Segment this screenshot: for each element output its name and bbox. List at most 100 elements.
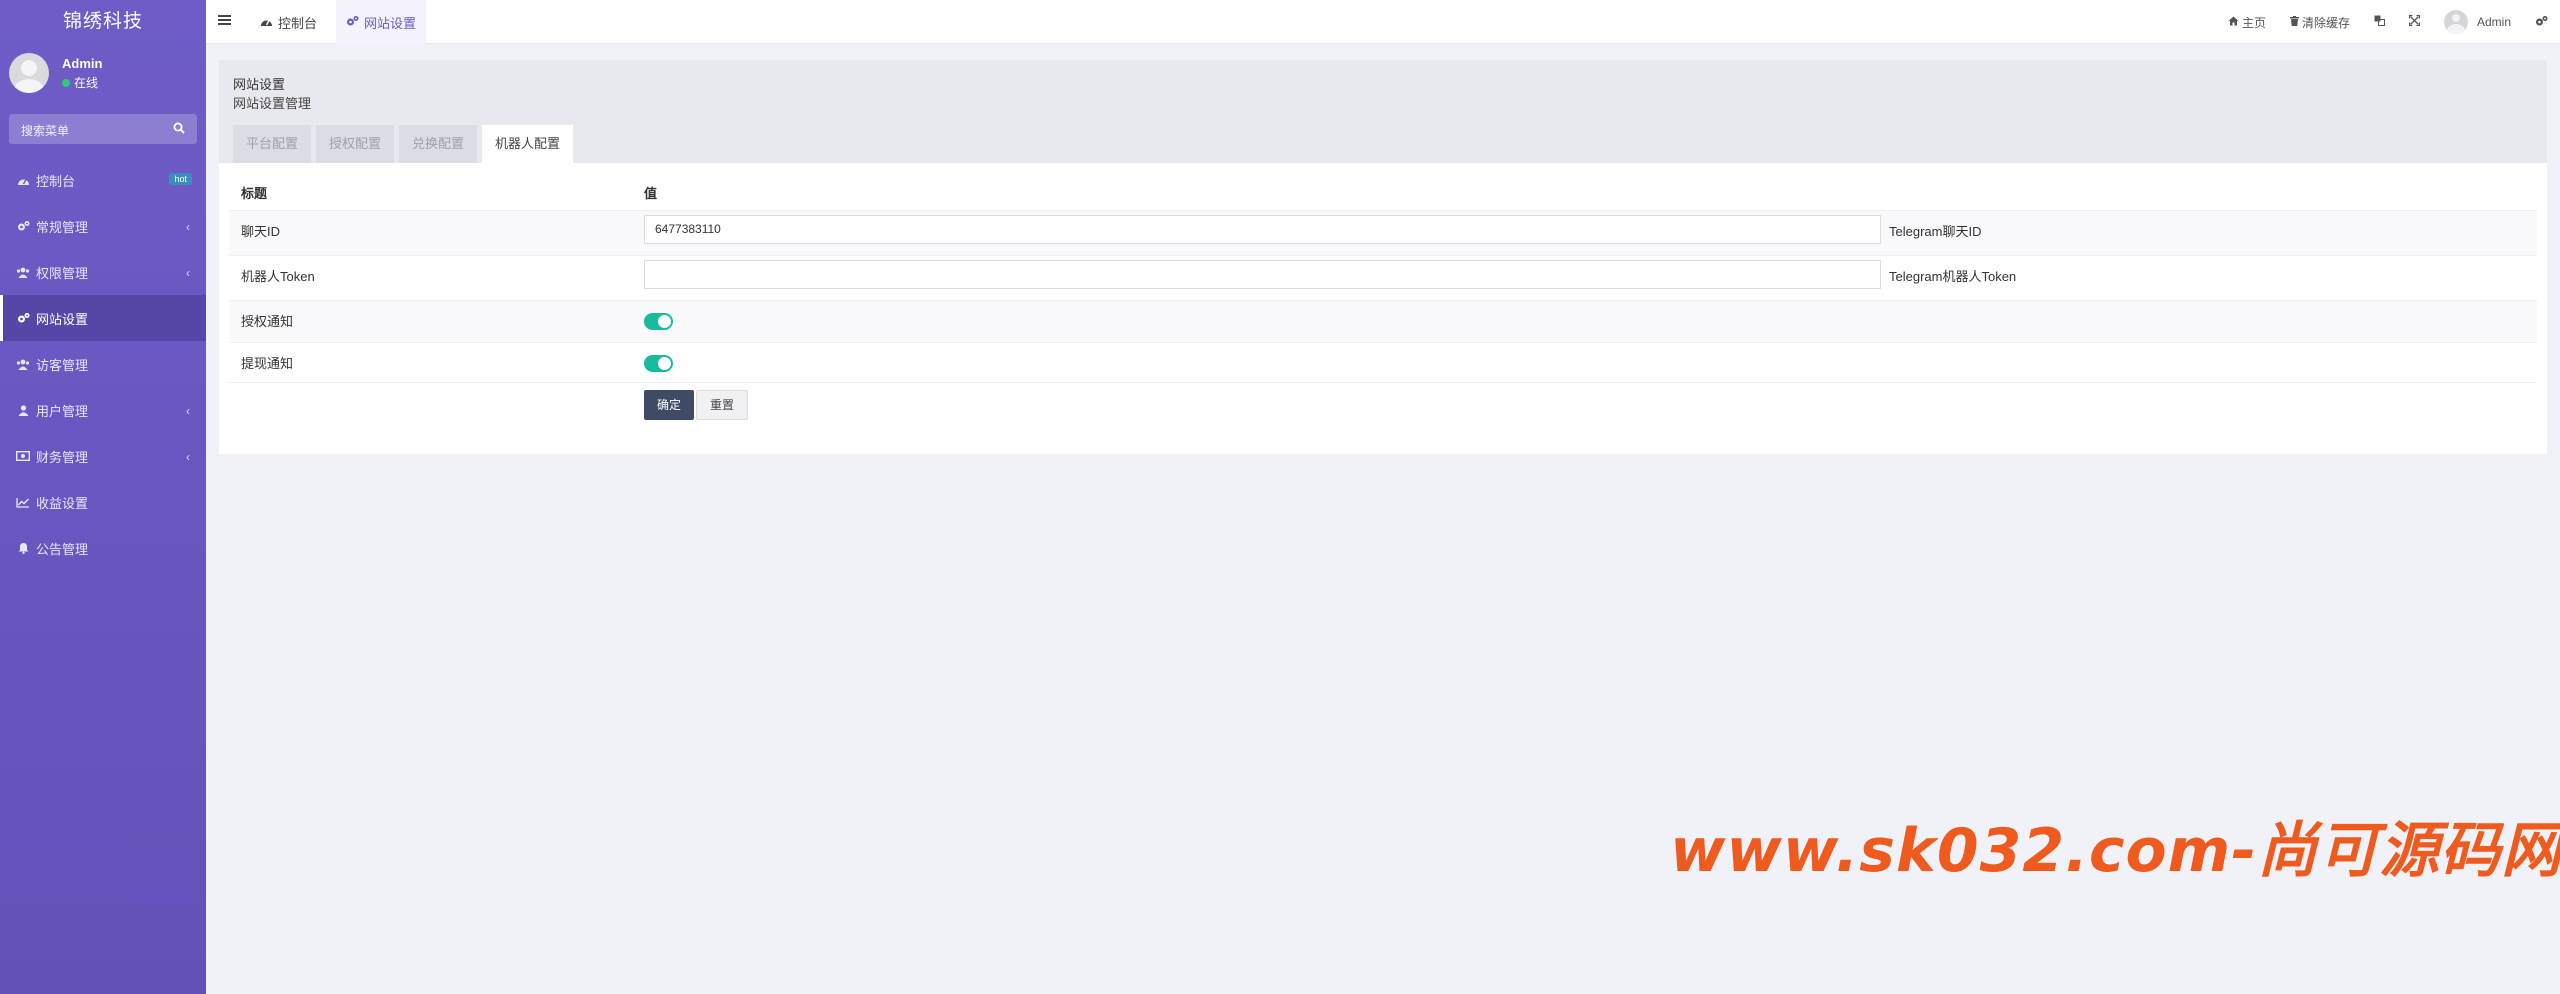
- chat-id-field[interactable]: [644, 214, 1881, 244]
- reset-button[interactable]: 重置: [696, 389, 749, 420]
- sidebar-item-label: 控制台: [36, 173, 76, 189]
- page-subtitle: 网站设置管理: [233, 96, 312, 111]
- avatar: [2443, 10, 2468, 34]
- hot-badge: hot: [169, 173, 192, 185]
- sidebar-item-site-settings[interactable]: 网站设置: [0, 295, 206, 341]
- submit-button[interactable]: 确定: [644, 389, 695, 420]
- sidebar-item-label: 常规管理: [36, 219, 89, 235]
- money-icon: [16, 449, 30, 463]
- group-icon: [16, 357, 30, 371]
- table-header-row: 标题 值: [229, 175, 2537, 211]
- dashboard-icon: [260, 15, 273, 30]
- chevron-left-icon: ‹: [186, 450, 190, 464]
- panel-heading: 网站设置 网站设置管理 平台配置 授权配置 兑换配置 机器人配置: [219, 60, 2547, 163]
- field-tip: Telegram机器人Token: [1889, 255, 2537, 301]
- watermark: www.sk032.com-尚可源码网: [1670, 816, 2560, 886]
- row-label: 提现通知: [229, 342, 644, 383]
- translate-icon: [2374, 15, 2385, 29]
- page-title: 网站设置: [233, 77, 286, 92]
- sidebar-item-announcements[interactable]: 公告管理: [0, 525, 206, 571]
- table-row: 提现通知: [229, 342, 2537, 383]
- trash-icon: [2289, 15, 2299, 29]
- user-status-label: 在线: [74, 76, 99, 90]
- clear-cache-label: 清除缓存: [2301, 15, 2350, 30]
- top-navbar: 控制台 网站设置 主页 清除缓存 Admin: [206, 0, 2560, 44]
- user-panel: Admin 在线: [0, 44, 206, 110]
- user-icon: [16, 403, 30, 417]
- clear-cache-button[interactable]: 清除缓存: [2278, 0, 2362, 44]
- cogs-icon: [346, 15, 359, 30]
- tab-label: 控制台: [278, 15, 318, 31]
- sidebar-item-dashboard[interactable]: 控制台 hot: [0, 157, 206, 203]
- withdraw-notify-toggle[interactable]: [644, 354, 673, 372]
- sidebar-item-label: 网站设置: [36, 311, 89, 327]
- sidebar-item-label: 用户管理: [36, 403, 89, 419]
- menu-search-placeholder: 搜索菜单: [21, 124, 70, 138]
- home-link[interactable]: 主页: [2216, 0, 2278, 44]
- column-header-value: 值: [644, 175, 1889, 211]
- home-label: 主页: [2241, 15, 2266, 30]
- settings-button[interactable]: [2523, 0, 2560, 44]
- menu-search-input[interactable]: 搜索菜单: [9, 114, 197, 144]
- sidebar-item-visitors[interactable]: 访客管理: [0, 341, 206, 387]
- brand-logo[interactable]: 锦绣科技: [0, 0, 206, 44]
- line-chart-icon: [16, 495, 30, 509]
- sidebar-item-earnings[interactable]: 收益设置: [0, 479, 206, 525]
- chevron-left-icon: ‹: [186, 266, 190, 280]
- tab-label: 网站设置: [364, 15, 417, 31]
- chevron-left-icon: ‹: [186, 220, 190, 234]
- dashboard-icon: [16, 173, 30, 187]
- sidebar-menu: 控制台 hot 常规管理 ‹ 权限管理 ‹ 网站设置 访客管理 用户管理 ‹ 财…: [0, 157, 206, 571]
- sidebar-item-finance[interactable]: 财务管理 ‹: [0, 433, 206, 479]
- user-menu[interactable]: Admin: [2432, 0, 2523, 44]
- fullscreen-button[interactable]: [2397, 0, 2432, 44]
- sidebar-item-users[interactable]: 用户管理 ‹: [0, 387, 206, 433]
- language-button[interactable]: [2362, 0, 2397, 44]
- user-name: Admin: [62, 56, 103, 71]
- tab-exchange-config[interactable]: 兑换配置: [399, 125, 478, 163]
- tab-auth-config[interactable]: 授权配置: [316, 125, 395, 163]
- tab-dashboard[interactable]: 控制台: [250, 0, 327, 44]
- table-row: 聊天ID Telegram聊天ID: [229, 210, 2537, 256]
- column-header-tip: [1889, 175, 2537, 211]
- navbar-right: 主页 清除缓存 Admin: [2216, 0, 2560, 44]
- cogs-icon: [16, 219, 30, 233]
- menu-toggle-icon[interactable]: [218, 14, 232, 28]
- user-status: 在线: [62, 74, 98, 91]
- config-tabs: 平台配置 授权配置 兑换配置 机器人配置: [233, 125, 574, 163]
- table-row-actions: 确定 重置: [229, 382, 2537, 428]
- column-header-title: 标题: [229, 175, 644, 211]
- sidebar-item-label: 公告管理: [36, 541, 89, 557]
- field-tip: Telegram聊天ID: [1889, 210, 2537, 256]
- home-icon: [2228, 15, 2239, 29]
- settings-panel: 网站设置 网站设置管理 平台配置 授权配置 兑换配置 机器人配置 标题 值 聊天…: [219, 60, 2547, 454]
- tab-platform-config[interactable]: 平台配置: [233, 125, 312, 163]
- search-icon[interactable]: [173, 122, 185, 137]
- cogs-icon: [16, 311, 30, 325]
- tab-site-settings[interactable]: 网站设置: [336, 0, 427, 44]
- sidebar-item-label: 访客管理: [36, 357, 89, 373]
- avatar: [9, 53, 49, 93]
- bell-icon: [16, 541, 30, 555]
- sidebar-item-general[interactable]: 常规管理 ‹: [0, 203, 206, 249]
- sidebar-item-label: 收益设置: [36, 495, 89, 511]
- table-row: 机器人Token Telegram机器人Token: [229, 255, 2537, 301]
- cogs-icon: [2535, 15, 2548, 30]
- settings-table: 标题 值 聊天ID Telegram聊天ID 机器人Token Telegram…: [229, 175, 2537, 428]
- row-label: 授权通知: [229, 300, 644, 343]
- sidebar-item-permissions[interactable]: 权限管理 ‹: [0, 249, 206, 295]
- tab-bot-config[interactable]: 机器人配置: [482, 125, 574, 163]
- auth-notify-toggle[interactable]: [644, 312, 673, 330]
- sidebar: 锦绣科技 Admin 在线 搜索菜单 控制台 hot 常规管理 ‹ 权限管理 ‹: [0, 0, 206, 994]
- sidebar-item-label: 财务管理: [36, 449, 89, 465]
- row-label: 聊天ID: [229, 210, 644, 256]
- table-row: 授权通知: [229, 300, 2537, 343]
- bot-token-field[interactable]: [644, 259, 1881, 289]
- fullscreen-icon: [2408, 14, 2421, 29]
- row-label: 机器人Token: [229, 255, 644, 301]
- sidebar-item-label: 权限管理: [36, 265, 89, 281]
- user-menu-label: Admin: [2476, 15, 2511, 29]
- group-icon: [16, 265, 30, 279]
- chevron-left-icon: ‹: [186, 404, 190, 418]
- online-dot-icon: [62, 78, 70, 87]
